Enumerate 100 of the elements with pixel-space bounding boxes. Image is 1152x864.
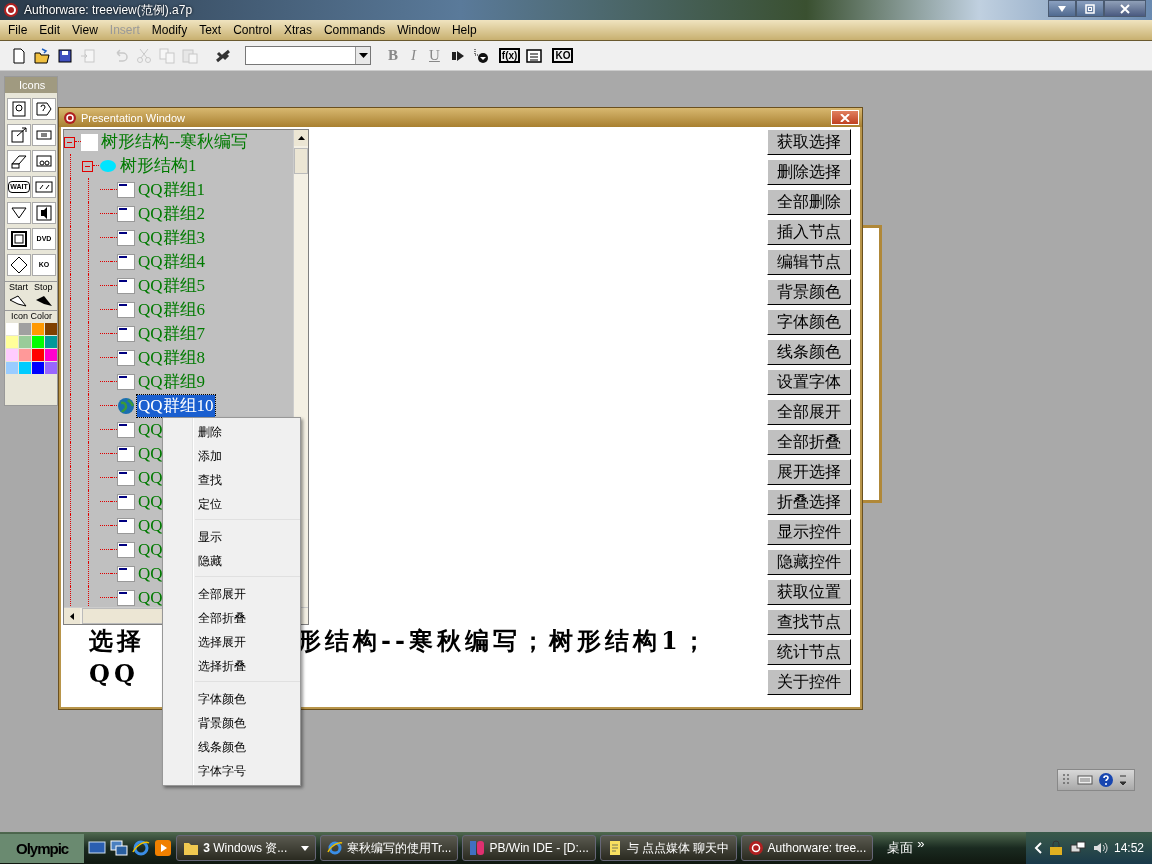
command-button[interactable]: 统计节点: [767, 639, 851, 665]
player-icon[interactable]: [154, 839, 173, 857]
collapse-toggle-icon[interactable]: [82, 160, 93, 172]
fx-button[interactable]: f(x): [498, 48, 521, 63]
command-button[interactable]: 删除选择: [767, 159, 851, 185]
diamond-tool-button[interactable]: [7, 254, 31, 276]
taskbar-button[interactable]: Authorware: tree...: [740, 835, 874, 861]
movie-tool-button[interactable]: [32, 176, 56, 198]
taskbar-button[interactable]: 寒秋编写的使用Tr...: [320, 835, 459, 861]
command-button[interactable]: 查找节点: [767, 609, 851, 635]
taskbar-button[interactable]: PB/Win IDE - [D:...: [462, 835, 596, 861]
sound-tool-button[interactable]: [32, 202, 56, 224]
color-swatch[interactable]: [6, 323, 18, 335]
scrollbar-thumb[interactable]: [294, 148, 308, 174]
color-swatch[interactable]: [6, 336, 18, 348]
switch-icon[interactable]: [110, 839, 129, 857]
context-menu-item[interactable]: 背景颜色: [195, 711, 300, 735]
command-button[interactable]: 全部删除: [767, 189, 851, 215]
collapse-toggle-icon[interactable]: [64, 136, 75, 148]
calculation-tool-button[interactable]: [32, 124, 56, 146]
menu-item[interactable]: File: [2, 23, 34, 37]
decision-tool-button[interactable]: [7, 202, 31, 224]
keyboard-icon[interactable]: [1077, 774, 1093, 786]
menu-item[interactable]: Edit: [33, 23, 67, 37]
context-menu-item[interactable]: 字体字号: [195, 759, 300, 783]
color-swatch[interactable]: [32, 362, 44, 374]
lock-icon[interactable]: [1047, 840, 1064, 856]
volume-icon[interactable]: [1091, 840, 1108, 856]
scrollbar-thumb[interactable]: [82, 608, 164, 624]
font-dropdown[interactable]: [245, 46, 371, 65]
help-icon[interactable]: [1098, 772, 1114, 788]
context-menu-item[interactable]: 显示: [195, 525, 300, 549]
command-button[interactable]: 显示控件: [767, 519, 851, 545]
context-menu-item[interactable]: 定位: [163, 492, 300, 516]
color-swatch[interactable]: [6, 349, 18, 361]
menu-item[interactable]: View: [66, 23, 104, 37]
context-menu-item[interactable]: 全部折叠: [195, 606, 300, 630]
tree-item[interactable]: QQ群组10: [137, 395, 215, 417]
context-menu-item[interactable]: 字体颜色: [195, 687, 300, 711]
color-swatch[interactable]: [19, 362, 31, 374]
command-button[interactable]: 全部展开: [767, 399, 851, 425]
color-swatch[interactable]: [32, 349, 44, 361]
trace-icon[interactable]: [471, 46, 490, 65]
menu-item[interactable]: Help: [445, 23, 483, 37]
command-button[interactable]: 设置字体: [767, 369, 851, 395]
ko-button[interactable]: KO: [552, 48, 574, 63]
erase-tool-button[interactable]: [7, 150, 31, 172]
command-button[interactable]: 字体颜色: [767, 309, 851, 335]
question-tool-button[interactable]: [32, 98, 56, 120]
options-arrow-icon[interactable]: [1119, 773, 1127, 787]
color-swatch[interactable]: [19, 336, 31, 348]
menu-item[interactable]: Commands: [317, 23, 392, 37]
framework-tool-button[interactable]: [7, 228, 31, 250]
context-menu-item[interactable]: 线条颜色: [195, 735, 300, 759]
command-button[interactable]: 获取选择: [767, 129, 851, 155]
browser-icon[interactable]: [132, 839, 151, 857]
menu-item[interactable]: Control: [227, 23, 278, 37]
desktop-toolbar-label[interactable]: 桌面: [887, 839, 914, 857]
color-swatch[interactable]: [45, 362, 57, 374]
taskbar-button[interactable]: 3 Windows 资...: [176, 835, 317, 861]
context-menu-item[interactable]: 查找: [163, 468, 300, 492]
open-icon[interactable]: [33, 46, 51, 65]
color-swatch[interactable]: [19, 349, 31, 361]
toolbar-chevron[interactable]: »: [917, 836, 925, 851]
color-swatch[interactable]: [45, 349, 57, 361]
minimize-button[interactable]: [1048, 0, 1076, 17]
new-icon[interactable]: [10, 46, 28, 65]
context-menu-item[interactable]: 选择展开: [195, 630, 300, 654]
menu-item[interactable]: Window: [391, 23, 446, 37]
command-button[interactable]: 关于控件: [767, 669, 851, 695]
context-menu-item[interactable]: 全部展开: [195, 582, 300, 606]
context-menu-item[interactable]: 选择折叠: [195, 654, 300, 678]
save-icon[interactable]: [56, 46, 74, 65]
motion-tool-button[interactable]: [7, 124, 31, 146]
color-swatch[interactable]: [32, 323, 44, 335]
context-menu-item[interactable]: 添加: [163, 444, 300, 468]
context-menu-item[interactable]: 隐藏: [195, 549, 300, 573]
restore-button[interactable]: [1076, 0, 1104, 17]
color-swatch[interactable]: [19, 323, 31, 335]
command-button[interactable]: 编辑节点: [767, 249, 851, 275]
command-button[interactable]: 背景颜色: [767, 279, 851, 305]
start-flag-icon[interactable]: [8, 294, 30, 308]
list-icon[interactable]: [525, 46, 544, 65]
command-button[interactable]: 展开选择: [767, 459, 851, 485]
context-menu-item[interactable]: 删除: [163, 420, 300, 444]
command-button[interactable]: 隐藏控件: [767, 549, 851, 575]
color-swatch[interactable]: [32, 336, 44, 348]
menu-item[interactable]: Xtras: [277, 23, 318, 37]
command-button[interactable]: 获取位置: [767, 579, 851, 605]
menu-item[interactable]: Modify: [145, 23, 194, 37]
command-button[interactable]: 线条颜色: [767, 339, 851, 365]
color-swatch[interactable]: [45, 323, 57, 335]
command-button[interactable]: 插入节点: [767, 219, 851, 245]
close-button[interactable]: [1104, 0, 1146, 17]
color-swatch[interactable]: [45, 336, 57, 348]
command-button[interactable]: 全部折叠: [767, 429, 851, 455]
menu-item[interactable]: Text: [193, 23, 228, 37]
desktop-icon[interactable]: [88, 839, 107, 857]
network-icon[interactable]: [1069, 840, 1086, 856]
start-button[interactable]: Olympic: [0, 833, 85, 863]
